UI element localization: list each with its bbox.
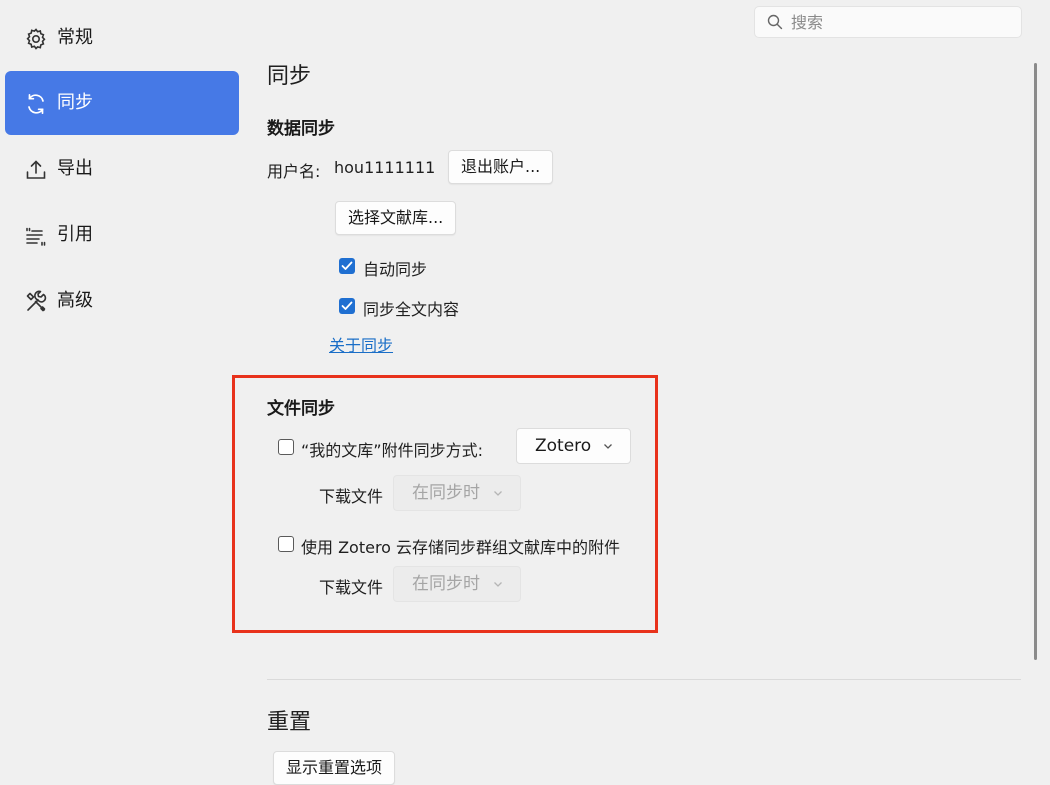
search-input[interactable] [791, 11, 1011, 33]
sidebar-item-general[interactable]: 常规 [5, 6, 239, 70]
fulltext-sync-label[interactable]: 同步全文内容 [363, 296, 459, 320]
auto-sync-label[interactable]: 自动同步 [363, 256, 427, 280]
download-mode-select[interactable]: 在同步时 [393, 475, 521, 511]
sidebar-item-label: 高级 [57, 290, 93, 311]
sidebar-item-advanced[interactable]: 高级 [5, 269, 239, 333]
file-sync-heading: 文件同步 [267, 399, 335, 419]
download-files-label: 下载文件 [319, 487, 384, 506]
my-library-sync-checkbox[interactable] [278, 439, 294, 455]
tools-icon [24, 290, 48, 314]
download-files-label: 下载文件 [319, 578, 384, 597]
logout-button[interactable]: 退出账户... [448, 150, 554, 184]
show-reset-options-button[interactable]: 显示重置选项 [273, 751, 396, 785]
sidebar-item-label: 导出 [57, 158, 93, 179]
scrollbar[interactable] [1034, 63, 1037, 660]
sidebar-item-sync[interactable]: 同步 [5, 71, 239, 135]
reset-heading: 重置 [267, 710, 312, 735]
sidebar-item-label: 常规 [57, 27, 93, 48]
check-icon [341, 261, 353, 270]
sidebar-item-export[interactable]: 导出 [5, 137, 239, 201]
chevron-down-icon [604, 444, 612, 449]
fulltext-sync-checkbox[interactable] [339, 298, 355, 314]
group-sync-label[interactable]: 使用 Zotero 云存储同步群组文献库中的附件 [301, 534, 620, 558]
check-icon [341, 301, 353, 310]
sync-icon [24, 92, 48, 116]
cite-icon [24, 224, 48, 248]
chevron-down-icon [494, 491, 502, 496]
search-box[interactable] [754, 6, 1022, 38]
sidebar-item-cite[interactable]: 引用 [5, 203, 239, 267]
username-label: 用户名: [267, 162, 321, 181]
username-value: hou1111111 [334, 158, 436, 177]
group-download-mode-select[interactable]: 在同步时 [393, 566, 521, 602]
sync-method-value: Zotero [535, 436, 592, 456]
sidebar-item-label: 同步 [57, 92, 93, 113]
download-mode-value: 在同步时 [412, 483, 480, 503]
sync-method-select[interactable]: Zotero [516, 428, 631, 464]
choose-library-button[interactable]: 选择文献库... [335, 201, 457, 235]
search-icon [767, 14, 783, 30]
chevron-down-icon [494, 582, 502, 587]
export-icon [24, 158, 48, 182]
about-sync-link[interactable]: 关于同步 [329, 332, 393, 356]
gear-icon [24, 27, 48, 51]
auto-sync-checkbox[interactable] [339, 258, 355, 274]
my-library-sync-label[interactable]: “我的文库”附件同步方式: [301, 437, 483, 461]
data-sync-heading: 数据同步 [267, 119, 335, 139]
sidebar-item-label: 引用 [57, 224, 93, 245]
page-title: 同步 [267, 64, 312, 89]
group-sync-checkbox[interactable] [278, 536, 294, 552]
group-download-mode-value: 在同步时 [412, 574, 480, 594]
sidebar: 常规 同步 导出 引用 高级 [0, 0, 245, 774]
section-divider [267, 679, 1021, 680]
